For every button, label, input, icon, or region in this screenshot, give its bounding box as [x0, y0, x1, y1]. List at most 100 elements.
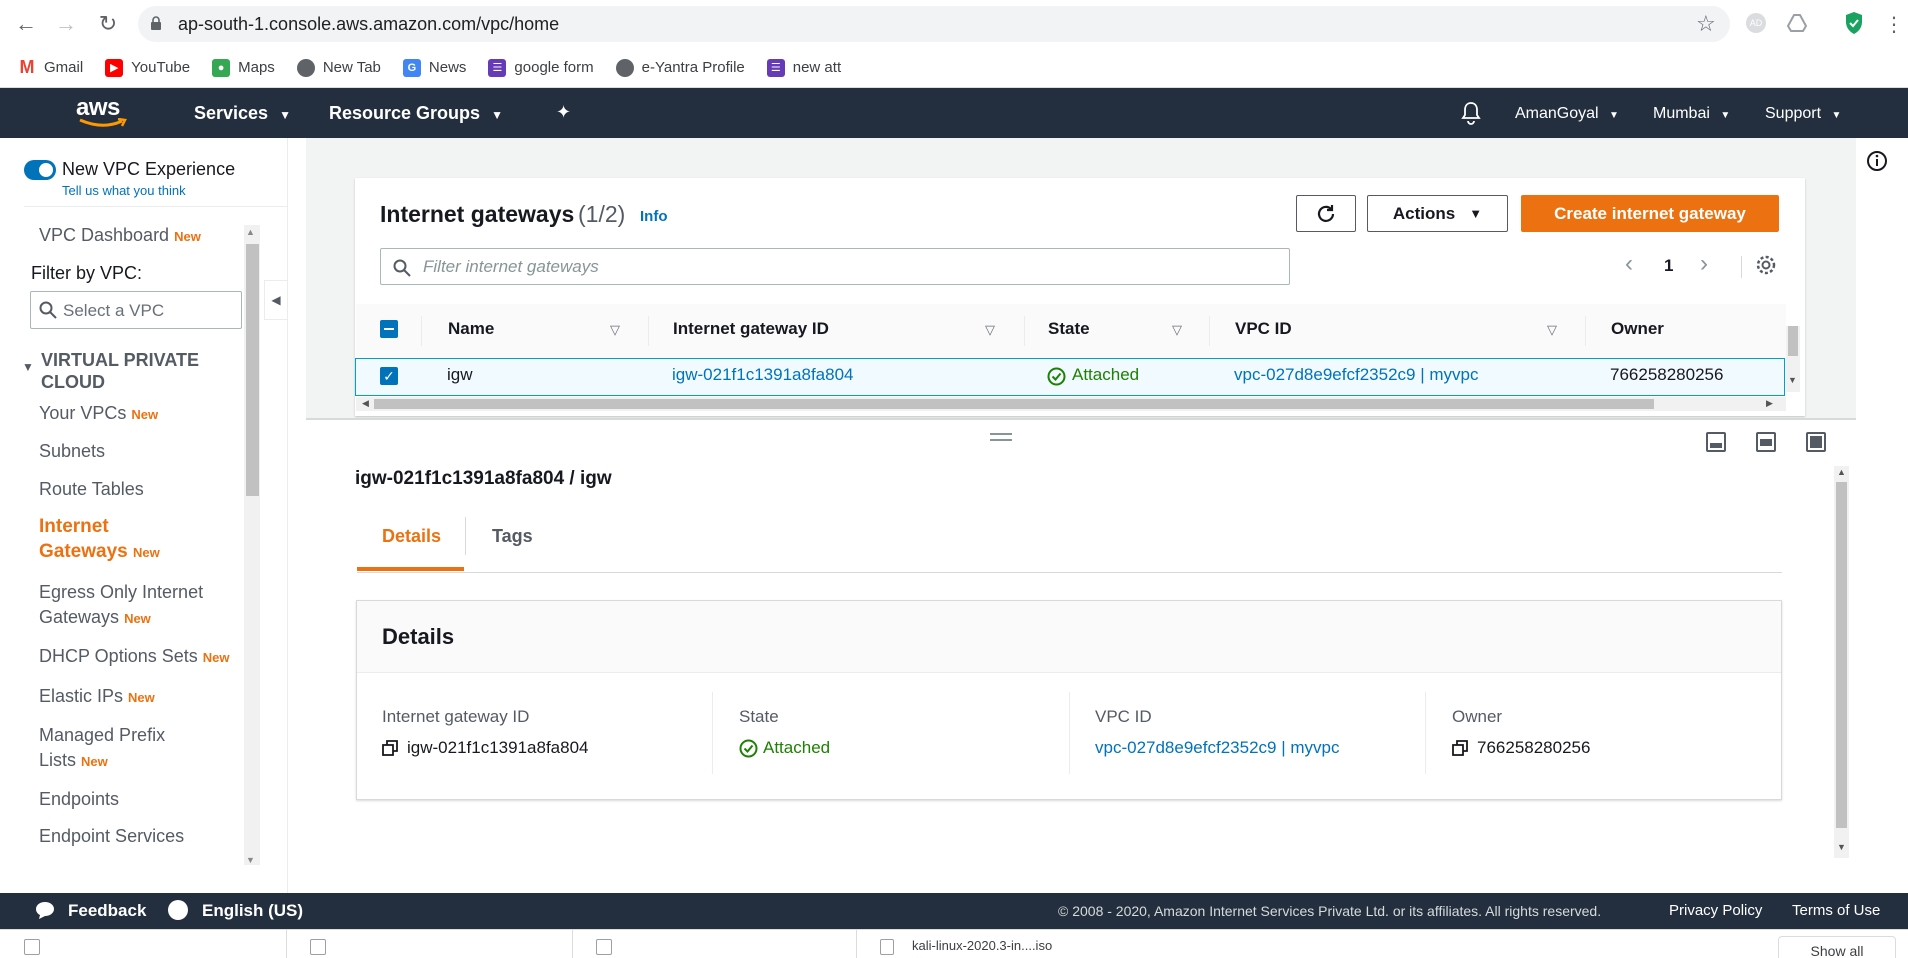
youtube-icon: ▶ [105, 58, 124, 77]
browser-menu-icon[interactable]: ⋮ [1884, 12, 1904, 37]
gear-icon[interactable] [1755, 254, 1777, 276]
cell-igw-id-link[interactable]: igw-021f1c1391a8fa804 [672, 365, 853, 385]
scroll-down-icon[interactable]: ▼ [1788, 375, 1797, 385]
sidebar-item-managed-prefix-lists[interactable]: Managed Prefix Lists New [39, 723, 199, 774]
filter-input[interactable]: Filter internet gateways [380, 248, 1290, 285]
section-title-vpc[interactable]: VIRTUAL PRIVATE CLOUD [41, 349, 241, 393]
panel-bottom-icon[interactable] [1706, 432, 1726, 452]
column-header-igw-id[interactable]: Internet gateway ID [673, 319, 829, 339]
scrollbar-thumb[interactable] [374, 399, 1654, 409]
create-internet-gateway-button[interactable]: Create internet gateway [1521, 195, 1779, 232]
field-value-vpc-id-link[interactable]: vpc-027d8e9efcf2352c9 | myvpc [1095, 738, 1339, 758]
download-item[interactable]: kali-linux-2020.3-in....iso [912, 938, 1052, 953]
sort-icon[interactable]: ▽ [610, 322, 620, 338]
terms-of-use-link[interactable]: Terms of Use [1792, 902, 1880, 919]
sidebar-item-endpoints[interactable]: Endpoints [39, 787, 119, 812]
sidebar-item-egress-only-igw[interactable]: Egress Only Internet Gateways New [39, 580, 239, 631]
column-header-state[interactable]: State [1048, 319, 1090, 339]
bookmark-new-tab[interactable]: New Tab [296, 58, 381, 77]
select-all-checkbox[interactable] [380, 320, 398, 338]
table-horizontal-scrollbar[interactable] [356, 397, 1786, 411]
scroll-up-icon[interactable]: ▲ [246, 227, 255, 237]
drive-extension-icon[interactable] [1786, 12, 1808, 34]
sidebar-item-route-tables[interactable]: Route Tables [39, 477, 144, 502]
profile-avatar-icon[interactable]: AD [1746, 13, 1766, 33]
actions-button[interactable]: Actions ▼ [1367, 195, 1508, 232]
bookmark-star-icon[interactable]: ☆ [1696, 11, 1716, 37]
scrollbar-thumb[interactable] [1836, 482, 1847, 828]
sidebar-item-label: Egress Only Internet Gateways [39, 582, 204, 627]
scroll-down-icon[interactable]: ▼ [1837, 842, 1846, 852]
sort-icon[interactable]: ▽ [1172, 322, 1182, 338]
bookmark-maps[interactable]: ● Maps [212, 58, 275, 77]
bookmark-gmail[interactable]: M Gmail [18, 57, 84, 77]
copy-icon[interactable] [382, 740, 398, 756]
sidebar-scrollbar-thumb[interactable] [246, 244, 259, 496]
sidebar-item-internet-gateways[interactable]: Internet Gateways New [39, 514, 199, 565]
language-selector[interactable]: English (US) [202, 901, 303, 921]
collapse-sidebar-icon[interactable]: ◀ [264, 280, 288, 320]
sidebar-item-your-vpcs[interactable]: Your VPCs New [39, 401, 158, 427]
cell-vpc-id-link[interactable]: vpc-027d8e9efcf2352c9 | myvpc [1234, 365, 1478, 385]
scroll-right-icon[interactable]: ▶ [1766, 398, 1773, 409]
row-checkbox[interactable]: ✓ [380, 367, 398, 385]
refresh-button[interactable] [1296, 195, 1356, 232]
new-vpc-experience-toggle[interactable] [24, 160, 56, 180]
info-panel-icon[interactable] [1866, 150, 1888, 172]
filter-by-vpc-label: Filter by VPC: [31, 263, 143, 283]
table-row[interactable] [355, 358, 1785, 396]
privacy-policy-link[interactable]: Privacy Policy [1669, 902, 1762, 919]
shield-extension-icon[interactable] [1844, 11, 1864, 35]
url-text[interactable]: ap-south-1.console.aws.amazon.com/vpc/ho… [178, 14, 559, 35]
file-icon [596, 939, 612, 955]
region-menu[interactable]: Mumbai ▼ [1653, 105, 1730, 123]
bell-icon[interactable] [1460, 101, 1482, 125]
sidebar-item-endpoint-services[interactable]: Endpoint Services [39, 824, 184, 849]
sidebar-item-dhcp-options[interactable]: DHCP Options Sets New [39, 644, 249, 670]
column-header-owner[interactable]: Owner [1611, 319, 1664, 339]
pin-icon[interactable]: ✦ [556, 102, 571, 123]
support-menu[interactable]: Support ▼ [1765, 105, 1841, 123]
vpc-filter-select[interactable]: Select a VPC [30, 291, 242, 329]
bookmark-label: New Tab [322, 59, 381, 76]
sidebar-item-vpc-dashboard[interactable]: VPC Dashboard New [39, 223, 201, 249]
previous-page-icon[interactable]: ‹ [1625, 250, 1633, 278]
feedback-button[interactable]: Feedback [68, 901, 146, 921]
next-page-icon[interactable]: › [1700, 250, 1708, 278]
bookmark-eyantra[interactable]: e-Yantra Profile [615, 58, 745, 77]
tab-details[interactable]: Details [382, 526, 441, 547]
feedback-link[interactable]: Tell us what you think [62, 183, 186, 198]
current-page[interactable]: 1 [1664, 256, 1673, 276]
scroll-up-icon[interactable]: ▲ [1837, 467, 1846, 477]
scrollbar-thumb[interactable] [1788, 326, 1798, 356]
new-badge: New [131, 407, 159, 422]
copy-icon[interactable] [1452, 740, 1468, 756]
scroll-down-icon[interactable]: ▼ [246, 855, 255, 865]
resource-groups-menu[interactable]: Resource Groups ▼ [329, 103, 503, 124]
bookmark-youtube[interactable]: ▶ YouTube [105, 58, 190, 77]
scroll-left-icon[interactable]: ◀ [362, 398, 369, 409]
tab-tags[interactable]: Tags [492, 526, 533, 547]
aws-smile-icon [78, 118, 128, 128]
sort-icon[interactable]: ▽ [1547, 322, 1557, 338]
services-menu[interactable]: Services ▼ [194, 103, 291, 124]
info-link[interactable]: Info [640, 208, 668, 225]
sidebar-item-subnets[interactable]: Subnets [39, 439, 105, 464]
bookmark-new-att[interactable]: ☰ new att [766, 58, 841, 77]
show-all-downloads-button[interactable]: Show all [1778, 936, 1896, 958]
caret-down-icon[interactable]: ▼ [22, 360, 34, 374]
bookmark-google-form[interactable]: ☰ google form [488, 58, 594, 77]
account-menu[interactable]: AmanGoyal ▼ [1515, 105, 1619, 123]
back-arrow-icon[interactable]: ← [14, 11, 38, 36]
detail-scrollbar[interactable] [1834, 466, 1849, 858]
reload-icon[interactable]: ↻ [96, 11, 120, 36]
column-header-name[interactable]: Name [448, 319, 494, 339]
bookmark-news[interactable]: G News [402, 58, 466, 77]
sidebar-item-elastic-ips[interactable]: Elastic IPs New [39, 684, 155, 710]
resize-handle[interactable] [990, 433, 1012, 441]
column-header-vpc-id[interactable]: VPC ID [1235, 319, 1292, 339]
panel-side-icon[interactable] [1756, 432, 1776, 452]
forward-arrow-icon[interactable]: → [54, 11, 78, 36]
panel-full-icon[interactable] [1806, 432, 1826, 452]
sort-icon[interactable]: ▽ [985, 322, 995, 338]
